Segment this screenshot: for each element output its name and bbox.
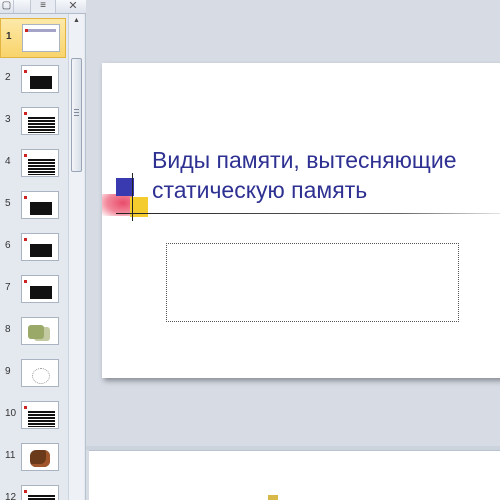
thumbnail-content <box>30 286 52 299</box>
scrollbar-thumb[interactable] <box>71 58 82 172</box>
slide-number: 12 <box>5 492 17 500</box>
thumbnail-content <box>24 490 27 493</box>
slide-thumbnail-item[interactable]: 5 <box>0 186 66 226</box>
thumbnail-content <box>28 411 55 427</box>
slide-number: 4 <box>5 156 11 167</box>
slides-tab-icon: ▢ <box>1 0 12 11</box>
slide-number: 8 <box>5 324 11 335</box>
slide-thumbnail[interactable] <box>21 359 59 387</box>
slide-canvas[interactable]: Виды памяти, вытесняющие статическую пам… <box>102 63 500 378</box>
pane-tabs: ▢ ≡ ✕ <box>0 0 86 14</box>
thumbnail-content <box>24 70 27 73</box>
slide-thumbnail[interactable] <box>21 317 59 345</box>
slide-thumbnail[interactable] <box>21 107 59 135</box>
slide-thumbnail[interactable] <box>21 233 59 261</box>
slide-thumbnail-item[interactable]: 11 <box>0 438 66 478</box>
notes-pane[interactable] <box>89 450 500 500</box>
thumbnail-content <box>28 495 55 500</box>
title-underline <box>116 213 500 214</box>
grip-icon <box>74 109 79 117</box>
thumbnail-content <box>24 238 27 241</box>
thumbnail-scrollbar[interactable]: ▲ <box>68 14 84 500</box>
outline-tab[interactable]: ≡ <box>30 0 56 13</box>
slide-thumbnail-item[interactable]: 3 <box>0 102 66 142</box>
thumbnail-content <box>30 202 52 215</box>
slide-number: 3 <box>5 114 11 125</box>
slide-thumbnail[interactable] <box>22 24 60 52</box>
slide-thumbnail[interactable] <box>21 149 59 177</box>
thumbnail-content <box>30 76 52 89</box>
slide-thumbnail[interactable] <box>21 65 59 93</box>
slide-thumbnail[interactable] <box>21 485 59 500</box>
close-icon: ✕ <box>68 0 78 12</box>
slide-thumbnail-item[interactable]: 10 <box>0 396 66 436</box>
slide-number: 6 <box>5 240 11 251</box>
scroll-up-arrow-icon[interactable]: ▲ <box>71 16 82 26</box>
slide-number: 7 <box>5 282 11 293</box>
slides-pane: ▢ ≡ ✕ 1 2 3 4 5 6 7 8 9 10 11 12 ▲ <box>0 0 86 500</box>
thumbnail-content <box>24 280 27 283</box>
slide-number: 1 <box>6 31 12 42</box>
slide-thumbnail-item[interactable]: 8 <box>0 312 66 352</box>
thumbnail-content <box>24 112 27 115</box>
slide-thumbnail[interactable] <box>21 443 59 471</box>
thumbnail-content <box>24 154 27 157</box>
slide-thumbnail-item[interactable]: 12 <box>0 480 66 500</box>
thumbnail-content <box>24 196 27 199</box>
subtitle-placeholder[interactable] <box>166 243 459 322</box>
thumbnail-content <box>28 117 55 133</box>
slides-tab[interactable]: ▢ <box>0 0 14 13</box>
slide-number: 2 <box>5 72 11 83</box>
slide-number: 5 <box>5 198 11 209</box>
close-pane-button[interactable]: ✕ <box>64 0 82 13</box>
slide-title[interactable]: Виды памяти, вытесняющие статическую пам… <box>152 145 500 205</box>
slide-thumbnail[interactable] <box>21 401 59 429</box>
slide-number: 11 <box>5 450 16 461</box>
slide-thumbnail-item[interactable]: 9 <box>0 354 66 394</box>
slide-number: 9 <box>5 366 11 377</box>
slide-thumbnail-item[interactable]: 4 <box>0 144 66 184</box>
status-bar-icon <box>268 495 278 500</box>
slide-number: 10 <box>5 408 17 419</box>
slide-thumbnail-item[interactable]: 2 <box>0 60 66 100</box>
thumbnail-content <box>30 244 52 257</box>
thumbnail-content <box>28 159 55 175</box>
slide-thumbnail-item[interactable]: 6 <box>0 228 66 268</box>
outline-tab-icon: ≡ <box>40 0 46 11</box>
slide-editor: Виды памяти, вытесняющие статическую пам… <box>86 0 500 446</box>
slide-thumbnail[interactable] <box>21 191 59 219</box>
slide-thumbnail-item[interactable]: 7 <box>0 270 66 310</box>
thumbnail-content <box>24 406 27 409</box>
thumbnail-content <box>30 450 50 467</box>
thumbnail-content <box>32 368 50 384</box>
thumbnail-content <box>28 29 56 32</box>
slide-thumbnail[interactable] <box>21 275 59 303</box>
slide-thumbnail-list: 1 2 3 4 5 6 7 8 9 10 11 12 <box>0 14 68 500</box>
thumbnail-content <box>28 325 44 339</box>
slide-thumbnail-item[interactable]: 1 <box>0 18 66 58</box>
